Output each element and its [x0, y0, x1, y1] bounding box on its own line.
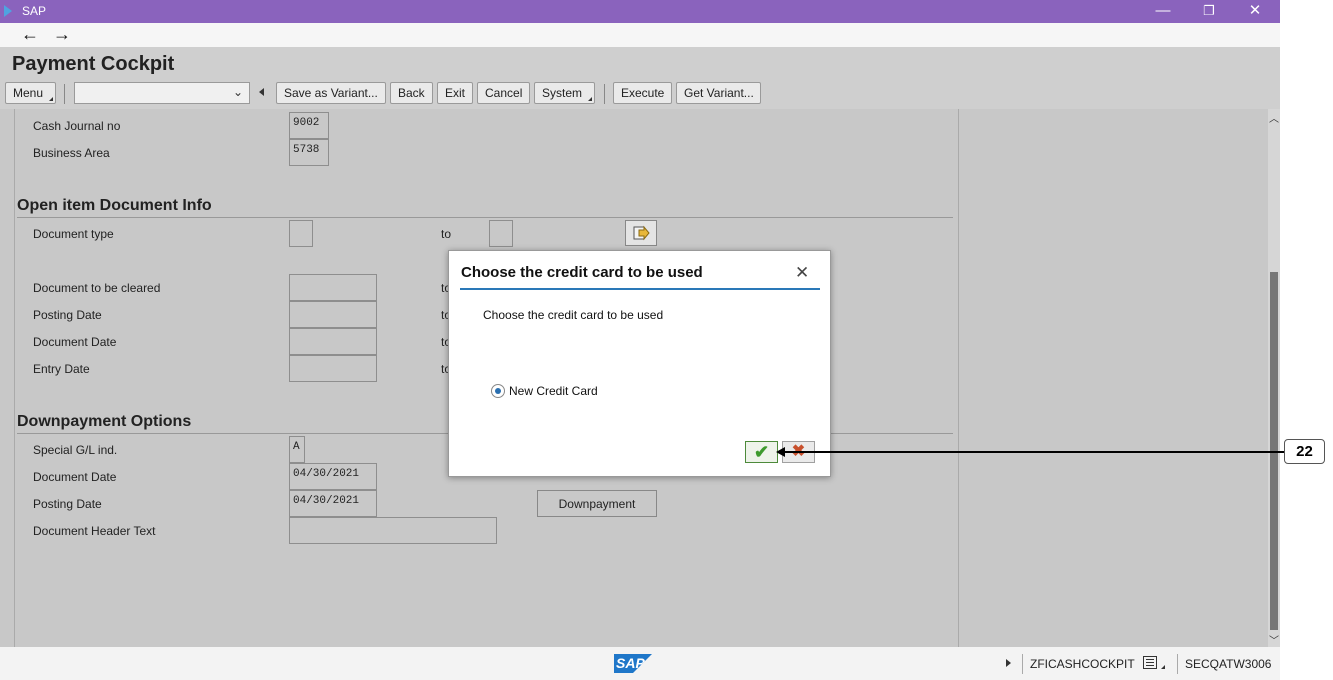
window-title-bar: SAP — ❐ ✕ [0, 0, 1280, 23]
minimize-icon[interactable]: — [1148, 2, 1178, 20]
session-list-icon[interactable] [1143, 656, 1157, 669]
close-window-icon[interactable]: ✕ [1240, 2, 1270, 20]
status-separator [1177, 654, 1178, 674]
multiple-selection-button[interactable] [625, 220, 657, 246]
system-name: SECQATW3006 [1185, 657, 1272, 671]
dialog-title-underline [460, 288, 820, 290]
dp-document-date-field[interactable]: 04/30/2021 [289, 463, 377, 490]
execute-button[interactable]: Execute [613, 82, 672, 104]
credit-card-dialog: Choose the credit card to be used ✕ Choo… [448, 250, 831, 477]
document-date-label: Document Date [33, 335, 117, 349]
document-date-field[interactable] [289, 328, 377, 355]
navigation-bar: ← → [0, 23, 1280, 47]
dialog-message: Choose the credit card to be used [483, 308, 664, 322]
new-credit-card-label[interactable]: New Credit Card [509, 384, 598, 398]
restore-icon[interactable]: ❐ [1194, 2, 1224, 20]
dp-posting-date-field[interactable]: 04/30/2021 [289, 490, 377, 517]
checkmark-icon: ✔ [753, 442, 770, 462]
status-separator [1022, 654, 1023, 674]
dialog-title: Choose the credit card to be used [461, 264, 703, 281]
downpayment-section-title: Downpayment Options [17, 413, 192, 430]
app-name: SAP [22, 4, 47, 18]
callout-arrowhead [776, 447, 785, 457]
special-gl-field[interactable]: A [289, 436, 305, 463]
menu-button[interactable]: Menu [5, 82, 56, 104]
document-cleared-field[interactable] [289, 274, 377, 301]
to-label: to [441, 227, 452, 241]
business-area-field[interactable]: 5738 [289, 139, 329, 166]
cancel-button[interactable]: Cancel [477, 82, 530, 104]
open-item-section-title: Open item Document Info [17, 197, 212, 214]
document-cleared-label: Document to be cleared [33, 281, 161, 295]
dp-document-date-label: Document Date [33, 470, 117, 484]
entry-date-field[interactable] [289, 355, 377, 382]
transaction-code: ZFICASHCOCKPIT [1030, 657, 1135, 671]
special-gl-label: Special G/L ind. [33, 443, 118, 457]
cash-journal-label: Cash Journal no [33, 119, 121, 133]
document-type-from-field[interactable] [289, 220, 313, 247]
close-icon[interactable]: ✕ [795, 263, 809, 283]
callout-line [780, 451, 1284, 453]
back-button[interactable]: Back [390, 82, 433, 104]
scroll-up-icon[interactable]: ︿ [1269, 110, 1279, 125]
downpayment-button[interactable]: Downpayment [537, 490, 657, 517]
variant-select[interactable]: ⌄ [74, 82, 250, 104]
header-text-label: Document Header Text [33, 524, 156, 538]
scroll-left-icon[interactable] [259, 88, 264, 96]
chevron-down-icon: ⌄ [232, 85, 243, 99]
get-variant-button[interactable]: Get Variant... [676, 82, 761, 104]
page-title: Payment Cockpit [12, 53, 175, 75]
entry-date-label: Entry Date [33, 362, 90, 376]
business-area-label: Business Area [33, 146, 110, 160]
save-as-variant-button[interactable]: Save as Variant... [276, 82, 386, 104]
header-text-field[interactable] [289, 517, 497, 544]
section-divider [17, 217, 953, 218]
system-menu-button[interactable]: System [534, 82, 595, 104]
scroll-down-icon[interactable]: ﹀ [1269, 632, 1279, 647]
confirm-button[interactable]: ✔ [745, 441, 778, 463]
document-type-label: Document type [33, 227, 114, 241]
right-panel [958, 109, 1268, 647]
forward-arrow-icon[interactable]: → [50, 24, 74, 45]
cash-journal-field[interactable]: 9002 [289, 112, 329, 139]
sap-app-icon [4, 5, 12, 17]
back-arrow-icon[interactable]: ← [18, 24, 42, 45]
toolbar-separator [64, 84, 65, 104]
exit-button[interactable]: Exit [437, 82, 473, 104]
arrow-right-icon [633, 225, 650, 241]
dropdown-corner-icon [1161, 665, 1165, 669]
toolbar-separator [604, 84, 605, 104]
new-credit-card-radio[interactable] [491, 384, 505, 398]
dp-posting-date-label: Posting Date [33, 497, 102, 511]
posting-date-label: Posting Date [33, 308, 102, 322]
posting-date-field[interactable] [289, 301, 377, 328]
document-type-to-field[interactable] [489, 220, 513, 247]
expand-status-icon[interactable] [1006, 659, 1011, 667]
callout-number: 22 [1284, 439, 1325, 464]
